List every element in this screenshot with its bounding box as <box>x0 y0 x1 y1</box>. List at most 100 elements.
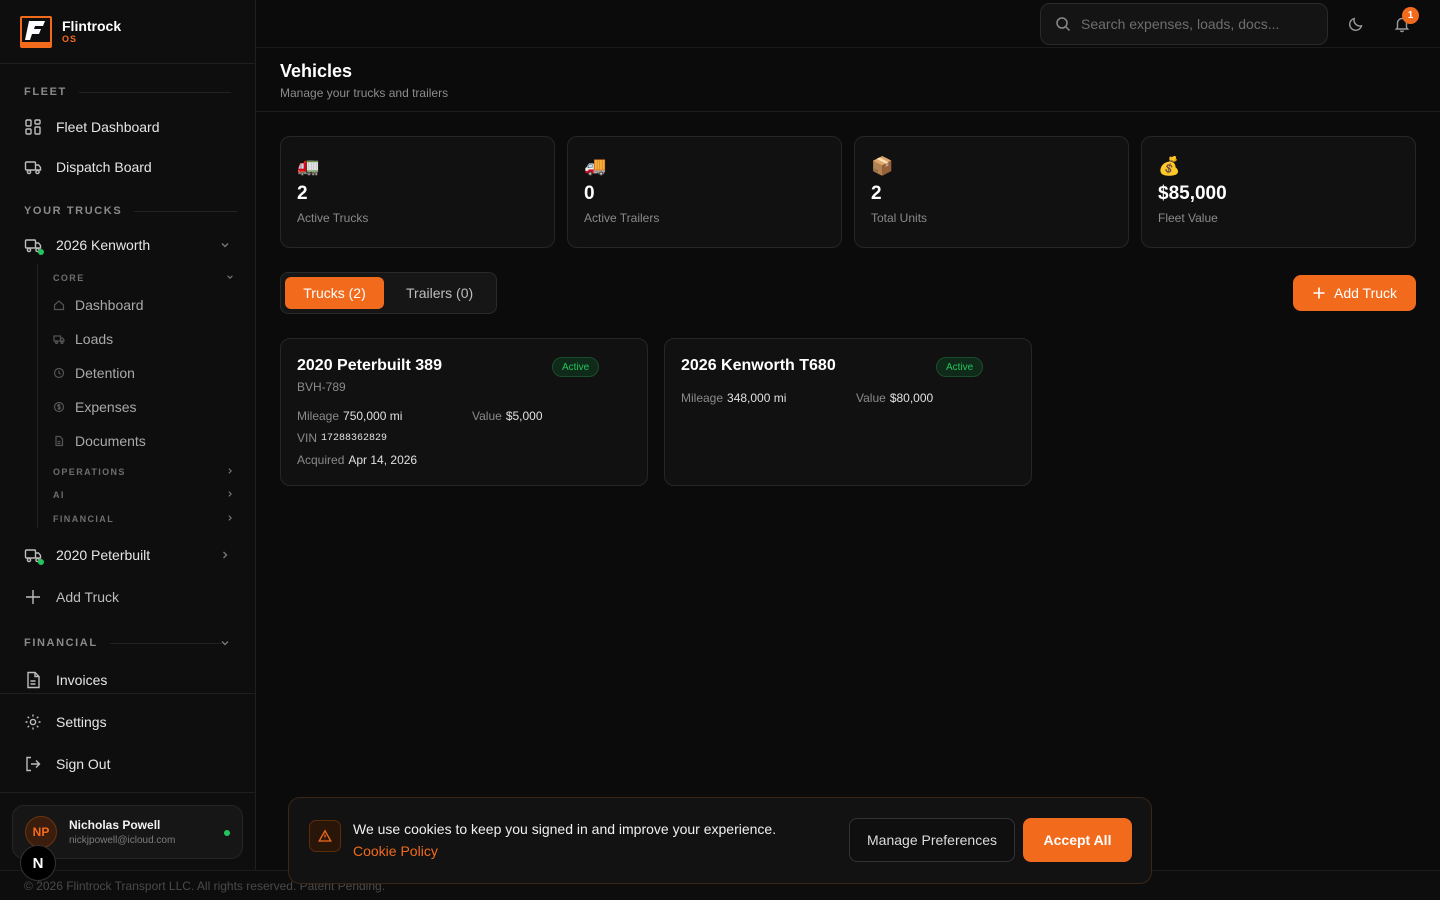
flintrock-logo-icon <box>20 15 52 48</box>
nav-settings[interactable]: Settings <box>24 711 107 733</box>
stat-label: Active Trucks <box>297 211 369 225</box>
dollar-circle-icon <box>53 401 65 413</box>
nav-label: 2026 Kenworth <box>56 237 151 253</box>
nav-label: Sign Out <box>56 756 111 772</box>
search-icon <box>1056 17 1071 32</box>
sub-section-core[interactable]: CORE <box>53 273 85 283</box>
sub-nav-rail <box>37 264 38 528</box>
value-amount: $80,000 <box>889 391 934 405</box>
vin-value: 17288362829 <box>321 433 388 444</box>
sub-nav-loads[interactable]: Loads <box>53 329 113 349</box>
nav-label: Dispatch Board <box>56 159 152 175</box>
sub-nav-expenses[interactable]: Expenses <box>53 397 136 417</box>
avatar: NP <box>25 816 57 848</box>
chevron-right-icon[interactable] <box>226 514 234 522</box>
mileage-value: 348,000 mi <box>727 391 787 405</box>
sub-nav-label: Expenses <box>75 399 137 415</box>
section-label-your-trucks: YOUR TRUCKS <box>24 205 238 217</box>
truck-emoji-icon: 🚛 <box>297 156 320 176</box>
stat-label: Active Trailers <box>584 211 660 225</box>
chevron-right-icon[interactable] <box>226 467 234 475</box>
sidebar: Flintrock OS FLEET Fleet Dashboard Dispa… <box>0 0 256 870</box>
online-status-dot <box>224 830 230 836</box>
moon-icon[interactable] <box>1347 15 1365 33</box>
sub-section-operations[interactable]: OPERATIONS <box>53 467 126 477</box>
search-input[interactable] <box>1081 16 1311 32</box>
status-badge: Active <box>552 357 600 377</box>
stat-card-fleet-value: 💰 $85,000 Fleet Value <box>1141 136 1416 248</box>
truck-group-2020-peterbuilt[interactable]: 2020 Peterbuilt <box>24 544 150 566</box>
truck-group-2026-kenworth[interactable]: 2026 Kenworth <box>24 234 150 256</box>
stat-label: Fleet Value <box>1158 211 1218 225</box>
sub-nav-dashboard[interactable]: Dashboard <box>53 295 144 315</box>
user-name: Nicholas Powell <box>69 818 161 832</box>
manage-preferences-button[interactable]: Manage Preferences <box>849 818 1015 862</box>
clock-icon <box>53 367 65 379</box>
add-truck-button[interactable]: Add Truck <box>1293 275 1416 311</box>
truck-icon <box>24 546 44 565</box>
brand-name: Flintrock <box>62 17 122 34</box>
status-dot <box>38 559 44 565</box>
chevron-down-icon[interactable] <box>226 273 234 281</box>
mileage-row: Mileage 750,000 mi <box>297 409 403 423</box>
stat-card-active-trucks: 🚛 2 Active Trucks <box>280 136 555 248</box>
sub-section-financial[interactable]: FINANCIAL <box>53 514 114 524</box>
nav-add-truck[interactable]: Add Truck <box>24 586 119 608</box>
nav-label: Fleet Dashboard <box>56 119 160 135</box>
vehicle-card[interactable]: 2026 Kenworth T680 Active Mileage 348,000… <box>664 338 1032 486</box>
nav-invoices[interactable]: Invoices <box>24 669 107 691</box>
notification-count-badge: 1 <box>1402 7 1419 24</box>
nav-dispatch-board[interactable]: Dispatch Board <box>24 156 152 178</box>
tab-trucks[interactable]: Trucks (2) <box>285 277 384 309</box>
warning-icon <box>309 820 341 852</box>
sub-section-ai[interactable]: AI <box>53 490 65 500</box>
mileage-row: Mileage 348,000 mi <box>681 391 787 405</box>
chevron-down-icon[interactable] <box>220 240 230 250</box>
sign-out-icon <box>26 756 41 772</box>
stat-card-active-trailers: 🚚 0 Active Trailers <box>567 136 842 248</box>
delivery-truck-emoji-icon: 🚚 <box>584 156 607 176</box>
nav-sign-out[interactable]: Sign Out <box>24 753 110 775</box>
divider <box>0 693 256 694</box>
add-truck-label: Add Truck <box>1333 285 1398 301</box>
truck-icon <box>24 161 42 175</box>
cookie-policy-link[interactable]: Cookie Policy <box>353 843 438 859</box>
n-badge-button[interactable]: N <box>20 845 56 881</box>
sub-nav-detention[interactable]: Detention <box>53 363 135 383</box>
stat-value: $85,000 <box>1158 183 1227 204</box>
page-subtitle: Manage your trucks and trailers <box>280 86 449 100</box>
divider <box>256 111 1440 112</box>
document-icon <box>27 671 40 689</box>
chevron-right-icon[interactable] <box>220 550 230 560</box>
cookie-message: We use cookies to keep you signed in and… <box>353 821 777 837</box>
nav-label: 2020 Peterbuilt <box>56 547 151 563</box>
brand[interactable]: Flintrock OS <box>0 0 255 64</box>
sub-nav-label: Loads <box>75 331 114 347</box>
nav-label: Settings <box>56 714 107 730</box>
vehicle-card[interactable]: 2020 Peterbuilt 389 Active BVH-789 Milea… <box>280 338 648 486</box>
search-box[interactable] <box>1040 3 1328 45</box>
page-title: Vehicles <box>280 61 353 81</box>
chevron-right-icon[interactable] <box>226 490 234 498</box>
section-label-financial: FINANCIAL <box>24 637 222 649</box>
nav-fleet-dashboard[interactable]: Fleet Dashboard <box>24 116 160 138</box>
accept-all-button[interactable]: Accept All <box>1023 818 1132 862</box>
status-dot <box>38 249 44 255</box>
sub-nav-label: Dashboard <box>75 297 144 313</box>
document-icon <box>55 435 64 447</box>
gear-icon <box>25 714 41 730</box>
money-bag-emoji-icon: 💰 <box>1158 156 1181 176</box>
topbar: 1 <box>256 0 1440 48</box>
nav-label: Add Truck <box>56 589 120 605</box>
value-row: Value $5,000 <box>472 409 543 423</box>
truck-icon <box>24 236 44 255</box>
grid-icon <box>25 119 41 135</box>
sub-nav-documents[interactable]: Documents <box>53 431 146 451</box>
acquired-date: Apr 14, 2026 <box>348 453 418 467</box>
status-badge: Active <box>936 357 984 377</box>
tab-trailers[interactable]: Trailers (0) <box>390 277 489 309</box>
nav-label: Invoices <box>56 672 108 688</box>
mileage-value: 750,000 mi <box>343 409 403 423</box>
stat-value: 2 <box>871 183 882 204</box>
chevron-down-icon[interactable] <box>220 638 230 648</box>
